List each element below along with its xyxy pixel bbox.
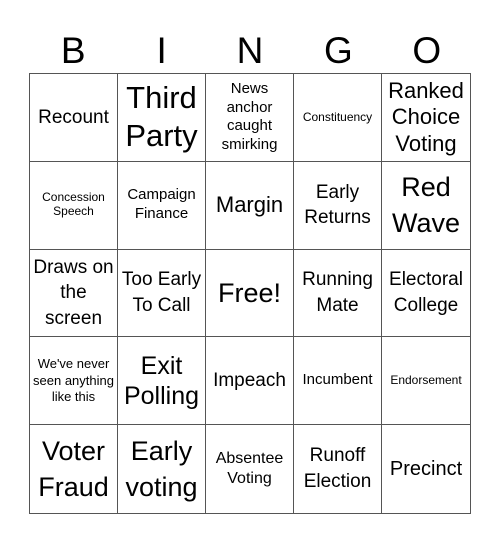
bingo-cell[interactable]: Constituency <box>294 74 382 162</box>
header-letter-i: I <box>156 29 167 71</box>
bingo-cell[interactable]: Margin <box>206 161 294 250</box>
bingo-cell[interactable]: Early voting <box>118 425 206 513</box>
header-letter-g: G <box>324 29 353 71</box>
header-letter-o: O <box>412 29 442 71</box>
header-letter-n: N <box>236 29 264 71</box>
header-letter-b: B <box>60 29 86 71</box>
bingo-cell[interactable]: Running Mate <box>294 249 382 338</box>
bingo-cell[interactable]: Endorsement <box>382 337 470 426</box>
bingo-cell[interactable]: Impeach <box>206 337 294 426</box>
bingo-cell[interactable]: Runoff Election <box>294 425 382 513</box>
bingo-cell[interactable]: Campaign Finance <box>118 161 206 250</box>
bingo-cell[interactable]: Early Returns <box>294 161 382 250</box>
bingo-header: B I N G O <box>29 26 471 74</box>
bingo-cell[interactable]: Incumbent <box>294 337 382 426</box>
bingo-cell[interactable]: We've never seen anything like this <box>30 337 118 426</box>
bingo-cell[interactable]: Absentee Voting <box>206 425 294 513</box>
bingo-grid: Recount Third Party News anchor caught s… <box>29 73 471 514</box>
bingo-cell[interactable]: Recount <box>30 74 118 162</box>
free-space-cell[interactable]: Free! <box>206 249 294 338</box>
bingo-cell[interactable]: Too Early To Call <box>118 249 206 338</box>
bingo-cell[interactable]: Concession Speech <box>30 161 118 250</box>
bingo-cell[interactable]: Voter Fraud <box>30 425 118 513</box>
bingo-cell[interactable]: News anchor caught smirking <box>206 74 294 162</box>
bingo-cell[interactable]: Precinct <box>382 425 470 513</box>
bingo-cell[interactable]: Exit Polling <box>118 337 206 426</box>
bingo-cell[interactable]: Electoral College <box>382 250 470 338</box>
bingo-cell[interactable]: Ranked Choice Voting <box>382 74 470 162</box>
bingo-cell[interactable]: Draws on the screen <box>30 249 118 338</box>
bingo-cell[interactable]: Red Wave <box>382 162 470 250</box>
bingo-cell[interactable]: Third Party <box>118 74 206 162</box>
